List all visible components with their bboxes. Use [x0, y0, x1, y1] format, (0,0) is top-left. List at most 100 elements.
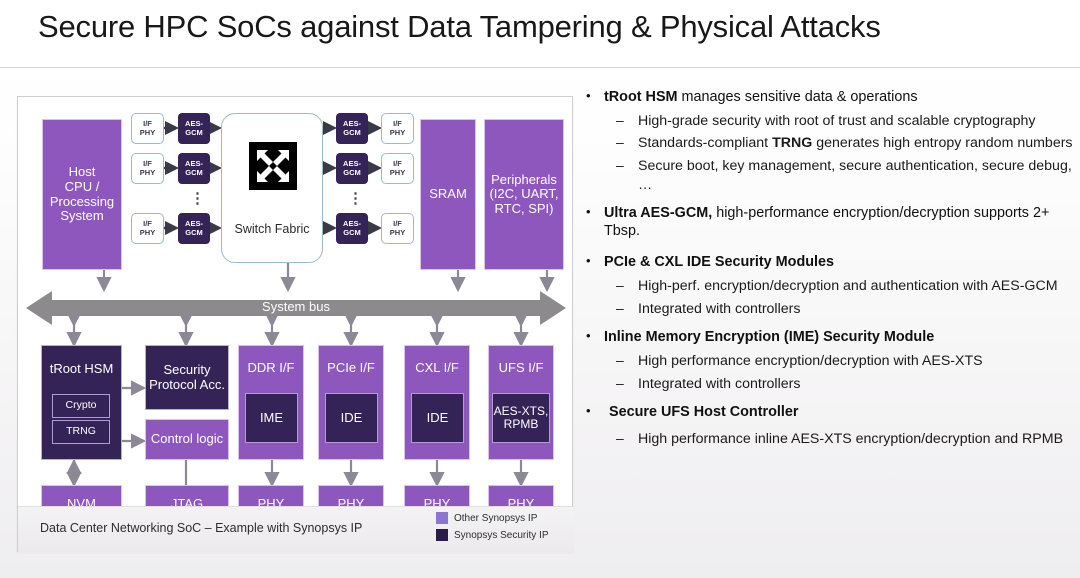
bullet-lead-text: Inline Memory Encryption (IME) Security … [604, 329, 935, 346]
spa-line-2: Protocol Acc. [149, 376, 225, 392]
subbullet-text-pre: Standards-compliant [638, 135, 773, 152]
troot-hsm-label: tRoot HSM [49, 361, 114, 376]
subbullet-marker: – [616, 134, 624, 151]
block-peripherals[interactable]: Peripherals (I2C, UART, RTC, SPI) [484, 119, 564, 270]
subbullet-text-rest: generates high entropy random numbers [812, 135, 1073, 152]
bullet-marker: • [586, 203, 591, 219]
subbullet-text: Secure boot, key management, secure auth… [638, 158, 1072, 193]
subblock-trng[interactable]: TRNG [52, 420, 110, 444]
aes-gcm-label-line2: GCM [343, 127, 361, 137]
bullet-marker: • [586, 403, 591, 419]
bullet-marker: • [586, 253, 591, 269]
subbullet-secure-boot: – Secure boot, key management, secure au… [582, 157, 1074, 194]
slide-root: Secure HPC SoCs against Data Tampering &… [0, 0, 1080, 578]
subbullet-text: Integrated with controllers [638, 300, 801, 317]
aes-gcm-label-line2: GCM [185, 167, 203, 177]
block-security-protocol-acc[interactable]: Security Protocol Acc. [145, 345, 229, 410]
bullet-troot-hsm: • tRoot HSM manages sensitive data & ope… [582, 88, 1074, 107]
subblock-aes-xts-rpmb[interactable]: AES-XTS, RPMB [492, 393, 550, 443]
legend-item-other-ip: Other Synopsys IP [436, 512, 537, 524]
bullet-lead-text: Secure UFS Host Controller [609, 404, 799, 421]
subbullet-high-perf-aes-xts: – High performance encryption/decryption… [582, 352, 1074, 371]
host-line-1: Host [68, 164, 96, 180]
legend-label-security-ip: Synopsys Security IP [454, 529, 549, 541]
subblock-ide-pcie[interactable]: IDE [325, 393, 378, 443]
subbullet-marker: – [616, 352, 624, 368]
subbullet-high-grade-security: – High-grade security with root of trust… [582, 112, 1074, 131]
host-line-2: CPU / [64, 178, 100, 194]
diagram-caption: Data Center Networking SoC – Example wit… [40, 521, 363, 535]
if-phy-right-2[interactable]: I/F PHY [381, 153, 414, 184]
subbullet-marker: – [616, 430, 624, 447]
subblock-ide-cxl[interactable]: IDE [411, 393, 464, 443]
if-phy-label-line2: PHY [389, 127, 406, 137]
if-phy-label-line2: PHY [139, 167, 156, 177]
bullet-secure-ufs-host-controller: • Secure UFS Host Controller [582, 403, 1074, 422]
subbullet-text-bold: TRNG [772, 135, 813, 152]
system-bus-label: System bus [262, 299, 330, 314]
host-line-4: System [60, 208, 104, 224]
block-sram[interactable]: SRAM [420, 119, 476, 270]
aes-gcm-label-line2: GCM [343, 167, 361, 177]
aes-gcm-label-line2: GCM [185, 227, 203, 237]
bullet-ultra-aes-gcm: • Ultra AES-GCM, high-performance encryp… [582, 204, 1074, 241]
block-switch-fabric[interactable]: Switch Fabric [221, 113, 323, 263]
if-phy-label-line2: PHY [389, 227, 406, 237]
soc-block-diagram: Host CPU / Processing System I/F PHY AES… [17, 96, 574, 553]
if-phy-label-line2: PHY [139, 227, 156, 237]
subbullet-text: High performance inline AES-XTS encrypti… [638, 431, 1064, 448]
subbullet-high-perf-aes-gcm: – High-perf. encryption/decryption and a… [582, 277, 1074, 296]
spa-line-1: Security [163, 361, 211, 377]
switch-fabric-label: Switch Fabric [234, 222, 310, 236]
aes-gcm-right-1[interactable]: AES- GCM [336, 113, 368, 144]
ufs-if-label: UFS I/F [498, 360, 544, 375]
subbullet-marker: – [616, 111, 624, 128]
legend-swatch-other-ip [436, 512, 448, 524]
bullet-marker: • [586, 88, 591, 103]
host-line-3: Processing [49, 193, 115, 209]
if-phy-left-2[interactable]: I/F PHY [131, 153, 164, 184]
block-control-logic[interactable]: Control logic [145, 419, 229, 460]
aes-gcm-left-3[interactable]: AES- GCM [178, 213, 210, 244]
ellipsis-right: ⋮ [348, 190, 363, 207]
system-bus[interactable]: System bus [26, 290, 566, 326]
cxl-if-label: CXL I/F [415, 360, 459, 375]
aes-gcm-left-2[interactable]: AES- GCM [178, 153, 210, 184]
peripherals-line-1: Peripherals [491, 171, 557, 187]
aes-gcm-label-line2: GCM [185, 127, 203, 137]
if-phy-right-3[interactable]: I/F PHY [381, 213, 414, 244]
subbullet-marker: – [616, 374, 624, 391]
if-phy-label-line2: PHY [139, 127, 156, 137]
bullet-marker: • [586, 328, 591, 344]
if-phy-left-1[interactable]: I/F PHY [131, 113, 164, 144]
if-phy-right-1[interactable]: I/F PHY [381, 113, 414, 144]
peripherals-line-2: (I2C, UART, [489, 186, 559, 202]
pcie-if-label: PCIe I/F [327, 360, 375, 375]
subblock-ime[interactable]: IME [245, 393, 298, 443]
aes-gcm-right-2[interactable]: AES- GCM [336, 153, 368, 184]
subbullet-text: Integrated with controllers [638, 375, 801, 392]
bullet-pcie-cxl-ide: • PCIe & CXL IDE Security Modules [582, 253, 1074, 272]
legend-label-other-ip: Other Synopsys IP [454, 512, 538, 524]
ddr-if-label: DDR I/F [247, 360, 295, 375]
if-phy-left-3[interactable]: I/F PHY [131, 213, 164, 244]
title-divider [0, 67, 1080, 68]
subbullet-text: High-grade security with root of trust a… [638, 112, 1036, 129]
if-phy-label-line2: PHY [389, 167, 406, 177]
feature-bullet-list: • tRoot HSM manages sensitive data & ope… [582, 88, 1074, 453]
aes-gcm-left-1[interactable]: AES- GCM [178, 113, 210, 144]
block-host-cpu[interactable]: Host CPU / Processing System [42, 119, 122, 270]
legend-item-security-ip: Synopsys Security IP [436, 529, 548, 541]
subbullet-text: High performance encryption/decryption w… [638, 353, 983, 369]
page-title: Secure HPC SoCs against Data Tampering &… [38, 9, 881, 44]
bullet-rest-text: manages sensitive data & operations [677, 89, 918, 105]
subbullet-trng: – Standards-compliant TRNG generates hig… [582, 134, 1074, 153]
subbullet-integrated-controllers-2: – Integrated with controllers [582, 375, 1074, 394]
aes-xts-line-2: RPMB [503, 417, 539, 431]
aes-gcm-right-3[interactable]: AES- GCM [336, 213, 368, 244]
ellipsis-left: ⋮ [190, 190, 205, 207]
legend-swatch-security-ip [436, 529, 448, 541]
subblock-crypto[interactable]: Crypto [52, 394, 110, 418]
subbullet-integrated-controllers-1: – Integrated with controllers [582, 300, 1074, 319]
subbullet-marker: – [616, 157, 624, 174]
